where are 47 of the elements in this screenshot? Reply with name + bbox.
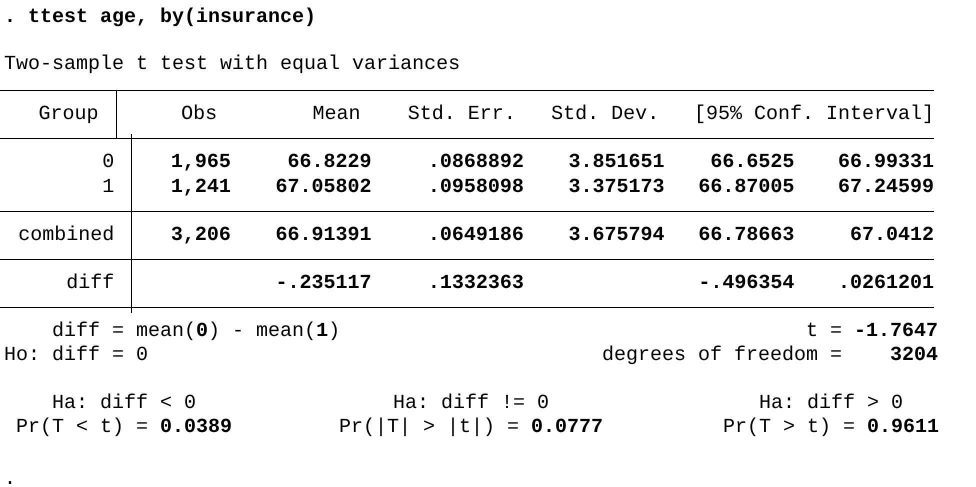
df-value: 3204 — [888, 344, 938, 368]
table-cell: 3.375173 — [568, 176, 664, 200]
column-header: Group — [38, 102, 99, 126]
table-cell: 66.6525 — [710, 150, 794, 174]
table-cell: 66.78663 — [698, 224, 794, 248]
output-title: Two-sample t test with equal variances — [4, 53, 460, 77]
command-line: . ttest age, by(insurance) — [4, 6, 316, 30]
table-cell: .0261201 — [838, 272, 934, 296]
p-value: Pr(T > t) = 0.9611 — [722, 416, 940, 440]
table-cell: -.235117 — [275, 272, 372, 296]
table-cell: 67.0412 — [850, 224, 934, 248]
alternative-hypothesis: Ha: diff != 0 — [392, 392, 550, 416]
table-cell: .0649186 — [428, 224, 524, 248]
t-value: -1.7647 — [852, 320, 938, 344]
table-cell: .1332363 — [428, 272, 524, 296]
table-cell: .0868892 — [428, 150, 524, 174]
column-header: Obs — [181, 102, 218, 126]
group-label: diff — [66, 272, 114, 296]
t-label: t = — [806, 320, 842, 344]
alternative-hypothesis: Ha: diff > 0 — [758, 392, 904, 416]
command-prompt: . — [4, 468, 16, 487]
group-label: 0 — [102, 150, 114, 174]
null-hypothesis: Ho: diff = 0 — [4, 344, 148, 368]
table-cell: 66.99331 — [838, 150, 934, 174]
column-header: [95% Conf. Interval] — [694, 102, 934, 126]
p-value: Pr(T < t) = 0.0389 — [16, 416, 232, 440]
df-label: degrees of freedom = — [602, 344, 842, 368]
table-cell: -.496354 — [698, 272, 794, 296]
alternative-hypothesis: Ha: diff < 0 — [52, 392, 196, 416]
table-cell: 1,241 — [170, 176, 231, 200]
table-cell: 3.851651 — [568, 150, 664, 174]
group-label: combined — [18, 224, 114, 248]
table-cell: .0958098 — [428, 176, 524, 200]
column-header: Std. Err. — [408, 102, 516, 126]
table-cell: 1,965 — [170, 150, 231, 174]
table-cell: 66.91391 — [275, 224, 372, 248]
p-value: Pr(|T| > |t|) = 0.0777 — [338, 416, 604, 440]
table-cell: 3.675794 — [568, 224, 664, 248]
table-cell: 66.87005 — [698, 176, 794, 200]
table-cell: 67.05802 — [275, 176, 372, 200]
group-label: 1 — [102, 176, 114, 200]
table-cell: 67.24599 — [838, 176, 934, 200]
table-cell: 66.8229 — [287, 150, 372, 174]
column-header: Mean — [312, 102, 360, 126]
diff-definition: diff = mean(0) - mean(1) — [52, 320, 340, 344]
table-cell: 3,206 — [170, 224, 231, 248]
column-header: Std. Dev. — [551, 102, 660, 126]
